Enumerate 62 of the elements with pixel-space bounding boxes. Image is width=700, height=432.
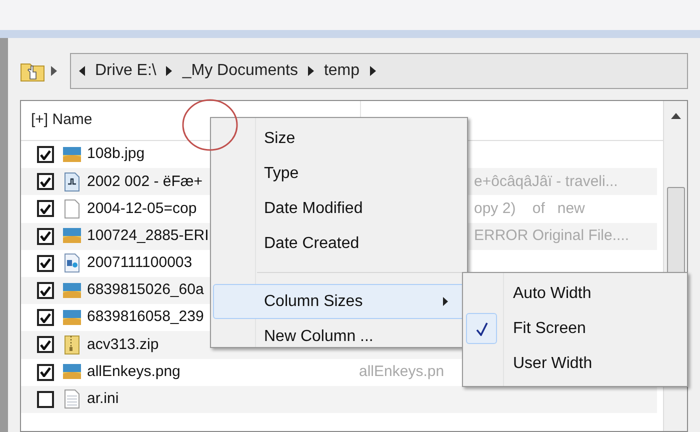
checkbox[interactable]: [37, 336, 54, 354]
menu-item[interactable]: Fit Screen: [463, 311, 687, 346]
check-icon: [40, 367, 51, 378]
scroll-up-icon[interactable]: [671, 113, 681, 119]
breadcrumb-item[interactable]: temp: [324, 59, 360, 83]
check-icon: [40, 258, 51, 268]
file-name[interactable]: 2004-12-05=cop: [87, 200, 197, 217]
file-name[interactable]: 6839816058_239: [87, 308, 204, 326]
checkbox[interactable]: [37, 364, 54, 381]
media-file-icon: [62, 253, 82, 274]
file-detail: allEnkeys.pn: [359, 362, 444, 380]
check-icon: [40, 312, 51, 323]
image-icon: [62, 308, 82, 328]
check-icon: [40, 176, 51, 187]
menu-item[interactable]: User Width: [463, 346, 687, 381]
file-name[interactable]: 100724_2885-ERI: [87, 226, 209, 244]
caret-right-icon[interactable]: [50, 66, 58, 76]
file-name[interactable]: acv313.zip: [87, 336, 159, 353]
checkbox[interactable]: [37, 309, 54, 326]
file-detail: opy 2) of new: [474, 200, 585, 217]
checkbox[interactable]: [37, 146, 54, 164]
breadcrumb-item[interactable]: Drive E:\: [95, 59, 156, 83]
checkbox[interactable]: [37, 228, 54, 245]
image-icon: [62, 144, 82, 165]
file-name[interactable]: 108b.jpg: [87, 145, 145, 162]
check-icon: [40, 231, 51, 242]
caret-right-icon[interactable]: [370, 66, 376, 76]
menu-item[interactable]: Date Modified: [213, 191, 465, 226]
file-name[interactable]: 2007111100003: [87, 254, 192, 272]
checkbox[interactable]: [37, 390, 54, 408]
caret-right-icon[interactable]: [166, 66, 172, 76]
menu-item[interactable]: Auto Width: [463, 276, 687, 311]
file-name[interactable]: allEnkeys.png: [87, 362, 180, 380]
column-header[interactable]: [+] Name: [31, 109, 92, 132]
check-icon: [40, 286, 51, 296]
file-icon: [62, 198, 82, 219]
menu-item[interactable]: Date Created: [213, 226, 465, 261]
menu-item[interactable]: New Column ...: [213, 319, 465, 354]
check-icon: [40, 150, 51, 160]
audio-file-icon: [62, 172, 82, 192]
check-icon: [40, 340, 51, 350]
caret-left-icon[interactable]: [79, 66, 85, 76]
breadcrumb-item[interactable]: _My Documents: [182, 59, 298, 83]
menu-item[interactable]: Type: [213, 156, 465, 191]
highlight-circle: [181, 98, 239, 152]
menu-item[interactable]: Column Sizes: [213, 284, 465, 319]
checkbox[interactable]: [37, 173, 54, 190]
text-file-icon: [62, 389, 82, 410]
checkbox[interactable]: [37, 282, 54, 300]
file-detail: e+ôcâqâJâï - traveli...: [474, 172, 618, 190]
checkbox[interactable]: [37, 200, 54, 218]
zip-folder-icon: [62, 334, 82, 355]
file-name[interactable]: 6839815026_60a: [87, 281, 204, 298]
caret-right-icon: [443, 297, 448, 306]
menu-item[interactable]: Size: [213, 121, 465, 156]
file-name[interactable]: 2002 002 - ëFæ+: [87, 172, 202, 190]
caret-right-icon[interactable]: [308, 66, 314, 76]
image-icon: [62, 280, 82, 301]
checkbox[interactable]: [37, 254, 54, 272]
check-icon: [40, 204, 51, 214]
file-name[interactable]: ar.ini: [87, 390, 119, 408]
file-detail: ERROR Original File....: [474, 226, 630, 244]
